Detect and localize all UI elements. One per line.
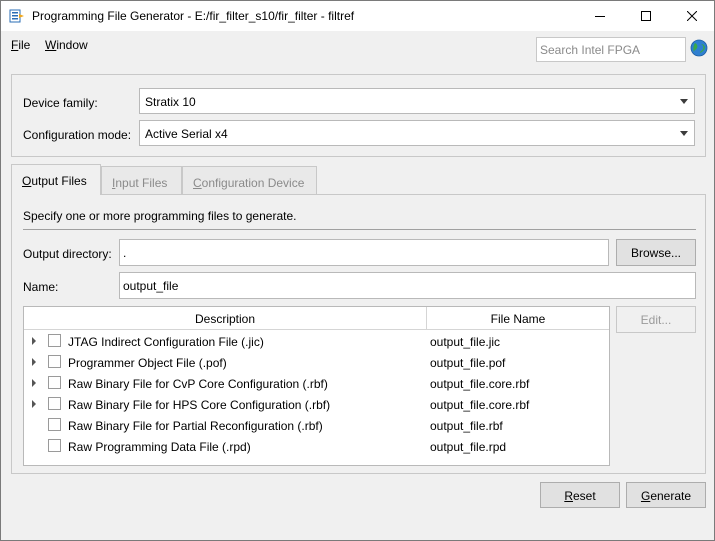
row-checkbox[interactable] xyxy=(48,439,61,452)
table-row[interactable]: Raw Programming Data File (.rpd) output_… xyxy=(24,436,609,457)
minimize-button[interactable] xyxy=(577,1,623,31)
row-checkbox[interactable] xyxy=(48,418,61,431)
row-checkbox[interactable] xyxy=(48,376,61,389)
divider xyxy=(23,229,696,230)
row-description: Raw Programming Data File (.rpd) xyxy=(68,440,251,454)
row-description: Raw Binary File for Partial Reconfigurat… xyxy=(68,419,323,433)
output-files-panel: Specify one or more programming files to… xyxy=(11,194,706,474)
tab-configuration-device-accel: C xyxy=(193,176,202,190)
tab-output-files-label: utput Files xyxy=(31,174,87,188)
tab-input-files-label: nput Files xyxy=(115,176,168,190)
menu-window[interactable]: Window xyxy=(45,38,88,52)
globe-icon[interactable] xyxy=(690,39,708,57)
column-header-file-name[interactable]: File Name xyxy=(427,307,609,329)
output-directory-input[interactable]: . xyxy=(119,239,609,266)
row-description: Programmer Object File (.pof) xyxy=(68,356,227,370)
table-row[interactable]: Raw Binary File for Partial Reconfigurat… xyxy=(24,415,609,436)
row-file-name: output_file.pof xyxy=(430,356,506,370)
chevron-down-icon xyxy=(680,131,688,136)
device-settings-panel: Device family: Stratix 10 Configuration … xyxy=(11,74,706,157)
configuration-mode-value: Active Serial x4 xyxy=(145,127,228,141)
expand-arrow-icon[interactable] xyxy=(32,358,36,366)
row-description: Raw Binary File for CvP Core Configurati… xyxy=(68,377,328,391)
search-input[interactable]: Search Intel FPGA xyxy=(536,37,686,62)
minimize-icon xyxy=(595,16,605,17)
edit-button[interactable]: Edit... xyxy=(616,306,696,333)
maximize-button[interactable] xyxy=(623,1,669,31)
expand-arrow-icon[interactable] xyxy=(32,337,36,345)
output-files-description: Specify one or more programming files to… xyxy=(23,209,297,223)
output-directory-label: Output directory: xyxy=(23,247,112,261)
table-row[interactable]: Raw Binary File for HPS Core Configurati… xyxy=(24,394,609,415)
generate-accel: G xyxy=(640,489,651,503)
reset-label: eset xyxy=(572,489,596,503)
row-checkbox[interactable] xyxy=(48,397,61,410)
device-family-value: Stratix 10 xyxy=(145,95,196,109)
maximize-icon xyxy=(641,11,651,21)
name-input[interactable]: output_file xyxy=(119,272,696,299)
menu-file[interactable]: File xyxy=(11,38,30,52)
row-file-name: output_file.rpd xyxy=(430,440,507,454)
menu-bar: File Window Search Intel FPGA xyxy=(1,31,714,71)
table-row[interactable]: Programmer Object File (.pof) output_fil… xyxy=(24,352,609,373)
row-description: JTAG Indirect Configuration File (.jic) xyxy=(68,335,264,349)
programming-file-generator-window: Programming File Generator - E:/fir_filt… xyxy=(0,0,715,541)
table-row[interactable]: JTAG Indirect Configuration File (.jic) … xyxy=(24,331,609,352)
output-files-table[interactable]: Description File Name JTAG Indirect Conf… xyxy=(23,306,610,466)
tab-output-files[interactable]: Output Files xyxy=(11,164,101,195)
menu-window-accel: W xyxy=(45,38,57,52)
tab-configuration-device[interactable]: Configuration Device xyxy=(182,166,317,195)
generate-label: enerate xyxy=(650,489,692,503)
tab-output-files-accel: O xyxy=(22,174,32,188)
table-row[interactable]: Raw Binary File for CvP Core Configurati… xyxy=(24,373,609,394)
close-button[interactable] xyxy=(669,1,715,31)
reset-button[interactable]: Reset xyxy=(540,482,620,508)
menu-file-label: ile xyxy=(18,38,31,52)
row-checkbox[interactable] xyxy=(48,355,61,368)
chevron-down-icon xyxy=(680,99,688,104)
tab-configuration-device-label: onfiguration Device xyxy=(201,176,305,190)
name-label: Name: xyxy=(23,280,59,294)
window-title: Programming File Generator - E:/fir_filt… xyxy=(32,9,355,23)
device-family-select[interactable]: Stratix 10 xyxy=(139,88,695,114)
column-header-description[interactable]: Description xyxy=(24,307,427,329)
tab-input-files[interactable]: Input Files xyxy=(101,166,182,195)
close-icon xyxy=(687,11,697,21)
app-icon xyxy=(9,9,24,23)
configuration-mode-select[interactable]: Active Serial x4 xyxy=(139,120,695,146)
expand-arrow-icon[interactable] xyxy=(32,400,36,408)
device-family-label: Device family: xyxy=(23,96,98,110)
reset-accel: R xyxy=(564,489,573,503)
generate-button[interactable]: Generate xyxy=(626,482,706,508)
row-file-name: output_file.core.rbf xyxy=(430,398,530,412)
configuration-mode-label: Configuration mode: xyxy=(23,128,132,142)
expand-arrow-icon[interactable] xyxy=(32,379,36,387)
browse-button[interactable]: Browse... xyxy=(616,239,696,266)
row-checkbox[interactable] xyxy=(48,334,61,347)
row-file-name: output_file.rbf xyxy=(430,419,503,433)
table-header: Description File Name xyxy=(24,307,609,330)
row-file-name: output_file.core.rbf xyxy=(430,377,530,391)
menu-window-label: indow xyxy=(56,38,88,52)
row-description: Raw Binary File for HPS Core Configurati… xyxy=(68,398,331,412)
row-file-name: output_file.jic xyxy=(430,335,501,349)
title-bar[interactable]: Programming File Generator - E:/fir_filt… xyxy=(1,1,714,31)
